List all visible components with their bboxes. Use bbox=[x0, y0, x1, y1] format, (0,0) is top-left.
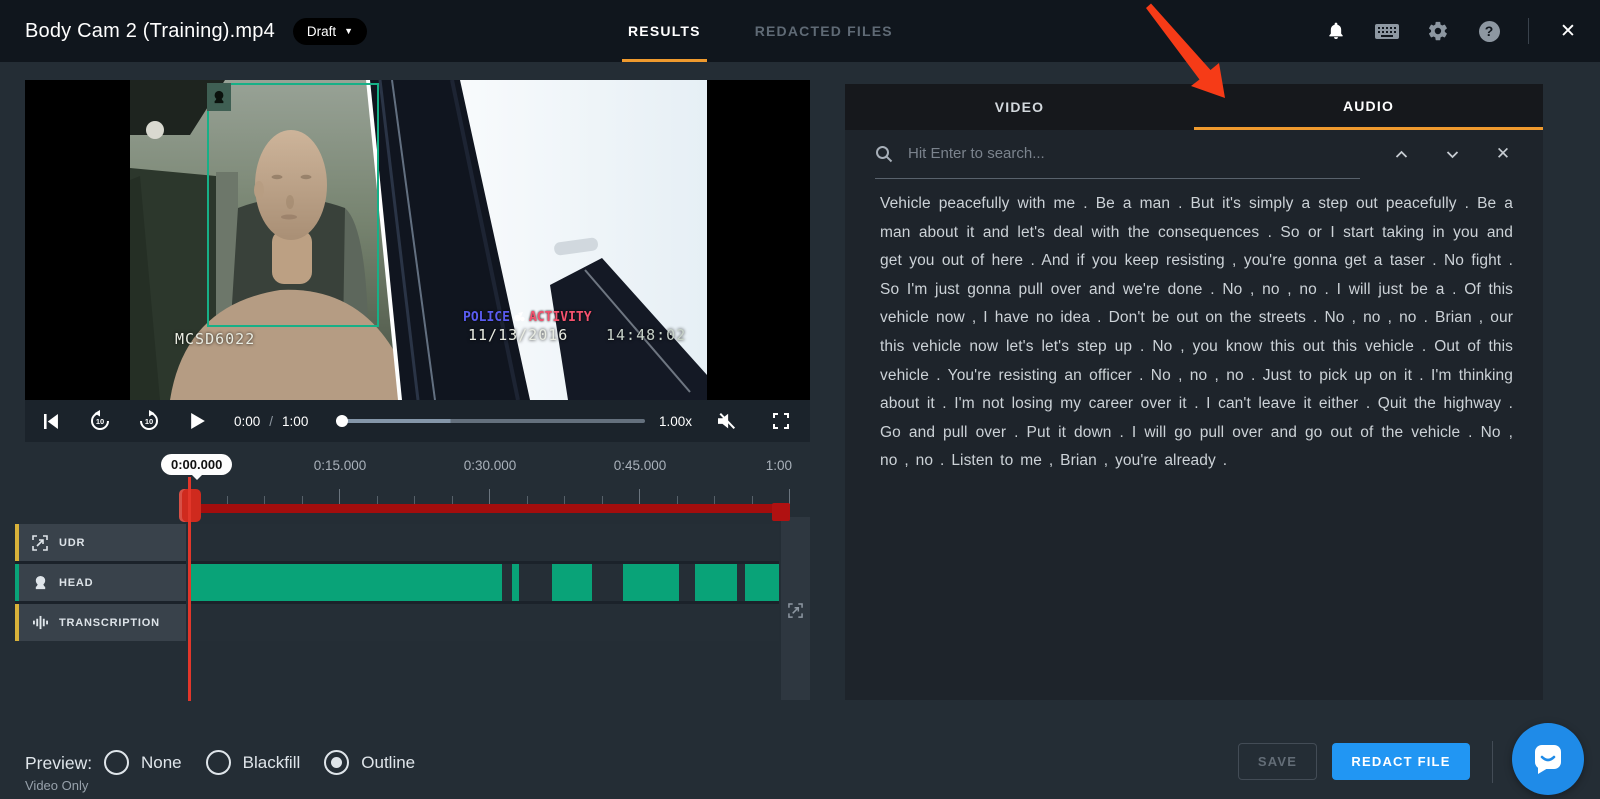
fullscreen-icon[interactable] bbox=[768, 408, 794, 434]
forward-10-icon[interactable]: 10 bbox=[136, 408, 162, 434]
help-icon[interactable]: ? bbox=[1477, 19, 1501, 43]
svg-text:10: 10 bbox=[145, 417, 153, 426]
ruler-label-45s: 0:45.000 bbox=[595, 458, 685, 473]
head-detection-box[interactable] bbox=[207, 83, 379, 327]
mute-icon[interactable] bbox=[714, 408, 740, 434]
results-panel: VIDEO AUDIO ✕ Vehicle peacefully with me… bbox=[845, 84, 1543, 700]
time-display: 0:00 / 1:00 bbox=[234, 414, 308, 429]
tab-video[interactable]: VIDEO bbox=[845, 84, 1194, 130]
preview-scope-label: Video Only bbox=[25, 778, 88, 793]
duration: 1:00 bbox=[282, 414, 308, 429]
head-track-lane[interactable] bbox=[189, 564, 779, 601]
redact-file-button[interactable]: REDACT FILE bbox=[1332, 743, 1470, 780]
redaction-segment[interactable] bbox=[189, 564, 502, 601]
header-tab-bar: RESULTS REDACTED FILES bbox=[622, 0, 899, 62]
scrubber-knob[interactable] bbox=[336, 415, 348, 427]
chat-bubble-icon[interactable] bbox=[1512, 723, 1584, 795]
redaction-segment[interactable] bbox=[695, 564, 736, 601]
video-player: MCSD6022 POLICE ACTIVITY 11/13/2016 14:4… bbox=[25, 80, 810, 400]
transcription-track-lane[interactable] bbox=[189, 604, 779, 641]
footer-divider bbox=[1492, 741, 1493, 783]
keyboard-icon[interactable] bbox=[1375, 19, 1399, 43]
ruler-label-15s: 0:15.000 bbox=[295, 458, 385, 473]
skip-start-icon[interactable] bbox=[38, 408, 64, 434]
svg-text:10: 10 bbox=[96, 417, 104, 426]
app-header: Body Cam 2 (Training).mp4 Draft ▼ RESULT… bbox=[0, 0, 1600, 62]
date-overlay: 11/13/2016 bbox=[468, 326, 568, 344]
track-label-transcription[interactable]: TRANSCRIPTION bbox=[15, 604, 186, 641]
redaction-segment[interactable] bbox=[512, 564, 519, 601]
preview-label: Preview: bbox=[25, 753, 92, 774]
save-button[interactable]: SAVE bbox=[1238, 743, 1317, 780]
transcript-search-row: ✕ bbox=[845, 130, 1543, 178]
play-icon[interactable] bbox=[185, 408, 211, 434]
bounding-box-icon bbox=[32, 535, 48, 551]
close-icon[interactable]: ✕ bbox=[1556, 19, 1580, 43]
chevron-down-icon[interactable] bbox=[1443, 145, 1461, 163]
redact-app-window: Body Cam 2 (Training).mp4 Draft ▼ RESULT… bbox=[0, 0, 1600, 799]
clear-search-icon[interactable]: ✕ bbox=[1494, 145, 1512, 163]
radio-none[interactable]: None bbox=[104, 750, 182, 775]
redaction-range-bar[interactable] bbox=[189, 504, 790, 513]
head-chip-icon bbox=[207, 83, 231, 111]
transcript-text[interactable]: Vehicle peacefully with me . Be a man . … bbox=[845, 178, 1543, 476]
track-label-udr[interactable]: UDR bbox=[15, 524, 186, 561]
radio-blackfill-dot[interactable] bbox=[206, 750, 231, 775]
radio-outline[interactable]: Outline bbox=[324, 750, 415, 775]
chevron-up-icon[interactable] bbox=[1392, 145, 1410, 163]
radio-outline-dot[interactable] bbox=[324, 750, 349, 775]
tab-results[interactable]: RESULTS bbox=[622, 0, 707, 62]
playhead[interactable] bbox=[188, 477, 191, 701]
police-activity-logo-icon: POLICE ACTIVITY bbox=[463, 310, 592, 325]
waveform-icon bbox=[32, 615, 48, 631]
range-handle-right[interactable] bbox=[772, 503, 790, 521]
ruler-label-30s: 0:30.000 bbox=[445, 458, 535, 473]
ruler-label-60s: 1:00 bbox=[752, 458, 792, 473]
head-icon bbox=[32, 575, 48, 591]
panel-tab-bar: VIDEO AUDIO bbox=[845, 84, 1543, 130]
header-divider bbox=[1528, 18, 1529, 44]
status-label: Draft bbox=[307, 24, 336, 39]
current-time: 0:00 bbox=[234, 414, 260, 429]
redaction-segment[interactable] bbox=[623, 564, 679, 601]
ruler-ticks[interactable] bbox=[189, 489, 790, 504]
redaction-segment[interactable] bbox=[745, 564, 779, 601]
tab-audio[interactable]: AUDIO bbox=[1194, 84, 1543, 130]
draft-caret-icon: ▼ bbox=[344, 26, 353, 36]
unit-id-overlay: MCSD6022 bbox=[175, 330, 255, 348]
search-input[interactable] bbox=[906, 144, 1360, 163]
radio-blackfill[interactable]: Blackfill bbox=[206, 750, 301, 775]
rewind-10-icon[interactable]: 10 bbox=[87, 408, 113, 434]
time-overlay: 14:48:02 bbox=[606, 326, 686, 344]
bell-icon[interactable] bbox=[1324, 19, 1348, 43]
gear-icon[interactable] bbox=[1426, 19, 1450, 43]
file-title: Body Cam 2 (Training).mp4 bbox=[25, 20, 275, 43]
resize-tracks-icon[interactable] bbox=[788, 603, 803, 618]
preview-mode-radio-group: None Blackfill Outline bbox=[104, 750, 415, 775]
track-label-head[interactable]: HEAD bbox=[15, 564, 186, 601]
playback-speed[interactable]: 1.00x bbox=[659, 414, 692, 429]
track-label-column: UDR HEAD TRANSCRIPTION bbox=[15, 524, 186, 641]
player-controls: 10 10 0:00 / 1:00 1.00x bbox=[25, 400, 810, 442]
radio-none-dot[interactable] bbox=[104, 750, 129, 775]
udr-track-lane[interactable] bbox=[189, 524, 779, 561]
status-dropdown[interactable]: Draft ▼ bbox=[293, 18, 367, 45]
video-viewport[interactable]: MCSD6022 POLICE ACTIVITY 11/13/2016 14:4… bbox=[130, 80, 707, 400]
tab-redacted-files[interactable]: REDACTED FILES bbox=[749, 0, 899, 62]
playhead-time-pill[interactable]: 0:00.000 bbox=[161, 454, 232, 475]
search-icon bbox=[875, 145, 893, 163]
seek-scrubber[interactable] bbox=[336, 414, 645, 428]
track-lane-area bbox=[189, 524, 779, 641]
redaction-segment[interactable] bbox=[552, 564, 592, 601]
timeline-side-strip bbox=[781, 517, 810, 700]
